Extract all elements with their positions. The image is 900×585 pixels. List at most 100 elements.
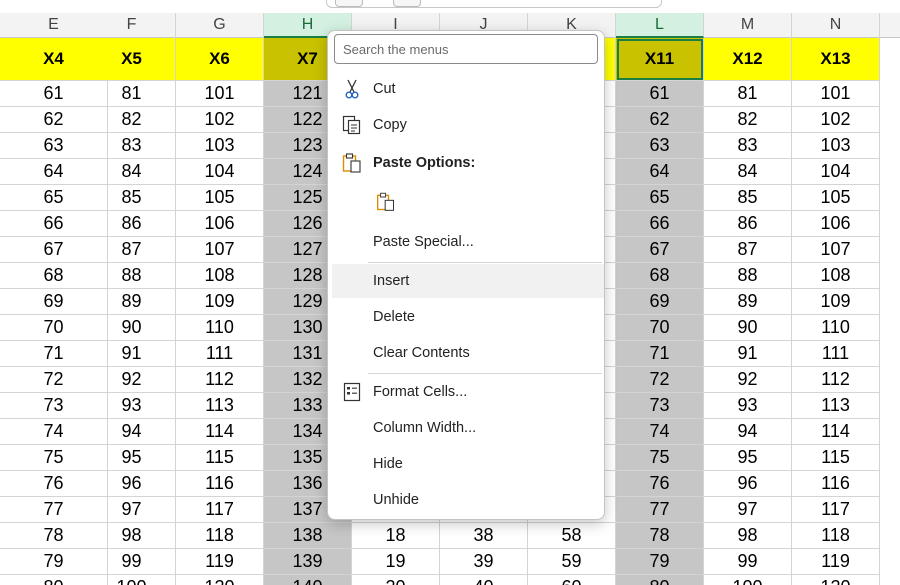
column-header-g[interactable]: G [176, 13, 264, 38]
table-cell[interactable]: 88 [704, 263, 792, 289]
table-cell[interactable]: 105 [176, 185, 264, 211]
table-cell[interactable]: 101 [176, 81, 264, 107]
table-cell[interactable]: 103 [792, 133, 880, 159]
table-cell[interactable]: 40 [440, 575, 528, 585]
table-cell[interactable]: 81 [88, 81, 176, 107]
column-header-f[interactable]: F [88, 13, 176, 38]
table-cell[interactable]: 111 [176, 341, 264, 367]
table-cell[interactable]: 91 [704, 341, 792, 367]
table-cell[interactable]: 96 [704, 471, 792, 497]
table-cell[interactable]: 86 [704, 211, 792, 237]
table-cell[interactable]: 66 [616, 211, 704, 237]
table-cell[interactable]: 19 [352, 549, 440, 575]
table-cell[interactable]: 138 [264, 523, 352, 549]
table-cell[interactable]: 79 [616, 549, 704, 575]
table-cell[interactable]: 113 [792, 393, 880, 419]
table-cell[interactable]: 110 [176, 315, 264, 341]
table-cell[interactable]: 98 [88, 523, 176, 549]
table-cell[interactable]: 67 [616, 237, 704, 263]
table-cell[interactable]: 82 [704, 107, 792, 133]
menu-item-clear-contents[interactable]: Clear Contents [328, 336, 604, 370]
table-cell[interactable]: 92 [704, 367, 792, 393]
table-cell[interactable]: 84 [88, 159, 176, 185]
table-cell[interactable]: 120 [792, 575, 880, 585]
table-cell[interactable]: 108 [176, 263, 264, 289]
table-cell[interactable]: 101 [792, 81, 880, 107]
table-cell[interactable]: 85 [88, 185, 176, 211]
table-cell[interactable]: 99 [88, 549, 176, 575]
table-cell[interactable]: 82 [88, 107, 176, 133]
table-cell[interactable]: 97 [88, 497, 176, 523]
table-cell[interactable]: 94 [704, 419, 792, 445]
table-cell[interactable]: 139 [264, 549, 352, 575]
table-cell[interactable]: 109 [176, 289, 264, 315]
menu-search-input[interactable] [334, 34, 598, 64]
table-cell[interactable]: 93 [88, 393, 176, 419]
table-cell[interactable]: 118 [176, 523, 264, 549]
menu-item-copy[interactable]: Copy [328, 108, 604, 142]
menu-item-cut[interactable]: Cut [328, 72, 604, 106]
table-cell[interactable]: 97 [704, 497, 792, 523]
table-cell[interactable]: 59 [528, 549, 616, 575]
table-cell[interactable]: 102 [176, 107, 264, 133]
table-cell[interactable]: 77 [616, 497, 704, 523]
table-cell[interactable]: 116 [176, 471, 264, 497]
mini-toolbar-button[interactable] [393, 0, 421, 7]
table-cell[interactable]: 106 [792, 211, 880, 237]
table-cell[interactable]: 104 [176, 159, 264, 185]
table-cell[interactable]: 94 [88, 419, 176, 445]
table-cell[interactable]: 114 [792, 419, 880, 445]
table-cell[interactable]: 114 [176, 419, 264, 445]
table-cell[interactable]: 58 [528, 523, 616, 549]
table-cell[interactable]: 102 [792, 107, 880, 133]
table-cell[interactable]: 89 [88, 289, 176, 315]
table-cell[interactable]: 38 [440, 523, 528, 549]
column-header-n[interactable]: N [792, 13, 880, 38]
table-cell[interactable]: 69 [616, 289, 704, 315]
column-header-m[interactable]: M [704, 13, 792, 38]
table-cell[interactable]: 95 [704, 445, 792, 471]
mini-toolbar-button[interactable] [335, 0, 363, 7]
table-cell[interactable]: 85 [704, 185, 792, 211]
table-cell[interactable]: 39 [440, 549, 528, 575]
table-cell[interactable]: 83 [88, 133, 176, 159]
table-cell[interactable]: 61 [616, 81, 704, 107]
header-cell-n[interactable]: X13 [792, 38, 880, 81]
table-cell[interactable]: 99 [704, 549, 792, 575]
table-cell[interactable]: 119 [176, 549, 264, 575]
menu-item-format-cells[interactable]: Format Cells... [328, 375, 604, 409]
table-cell[interactable]: 86 [88, 211, 176, 237]
table-cell[interactable]: 72 [616, 367, 704, 393]
table-cell[interactable]: 116 [792, 471, 880, 497]
table-cell[interactable]: 92 [88, 367, 176, 393]
table-cell[interactable]: 119 [792, 549, 880, 575]
table-cell[interactable]: 71 [616, 341, 704, 367]
table-cell[interactable]: 91 [88, 341, 176, 367]
table-cell[interactable]: 112 [176, 367, 264, 393]
table-cell[interactable]: 93 [704, 393, 792, 419]
header-cell-g[interactable]: X6 [176, 38, 264, 81]
table-cell[interactable]: 104 [792, 159, 880, 185]
table-cell[interactable]: 60 [528, 575, 616, 585]
table-cell[interactable]: 140 [264, 575, 352, 585]
table-cell[interactable]: 70 [616, 315, 704, 341]
table-cell[interactable]: 90 [88, 315, 176, 341]
table-cell[interactable]: 107 [792, 237, 880, 263]
column-header-l[interactable]: L [616, 13, 704, 38]
table-cell[interactable]: 115 [176, 445, 264, 471]
table-cell[interactable]: 107 [176, 237, 264, 263]
table-cell[interactable]: 105 [792, 185, 880, 211]
table-cell[interactable]: 100 [704, 575, 792, 585]
table-cell[interactable]: 18 [352, 523, 440, 549]
table-cell[interactable]: 100 [88, 575, 176, 585]
table-cell[interactable]: 20 [352, 575, 440, 585]
table-cell[interactable]: 75 [616, 445, 704, 471]
menu-item-unhide[interactable]: Unhide [328, 483, 604, 517]
table-cell[interactable]: 65 [616, 185, 704, 211]
menu-item-hide[interactable]: Hide [328, 447, 604, 481]
table-cell[interactable]: 96 [88, 471, 176, 497]
table-cell[interactable]: 103 [176, 133, 264, 159]
menu-item-paste-special[interactable]: Paste Special... [328, 225, 604, 259]
header-cell-l[interactable]: X11 [616, 38, 704, 81]
table-cell[interactable]: 87 [704, 237, 792, 263]
